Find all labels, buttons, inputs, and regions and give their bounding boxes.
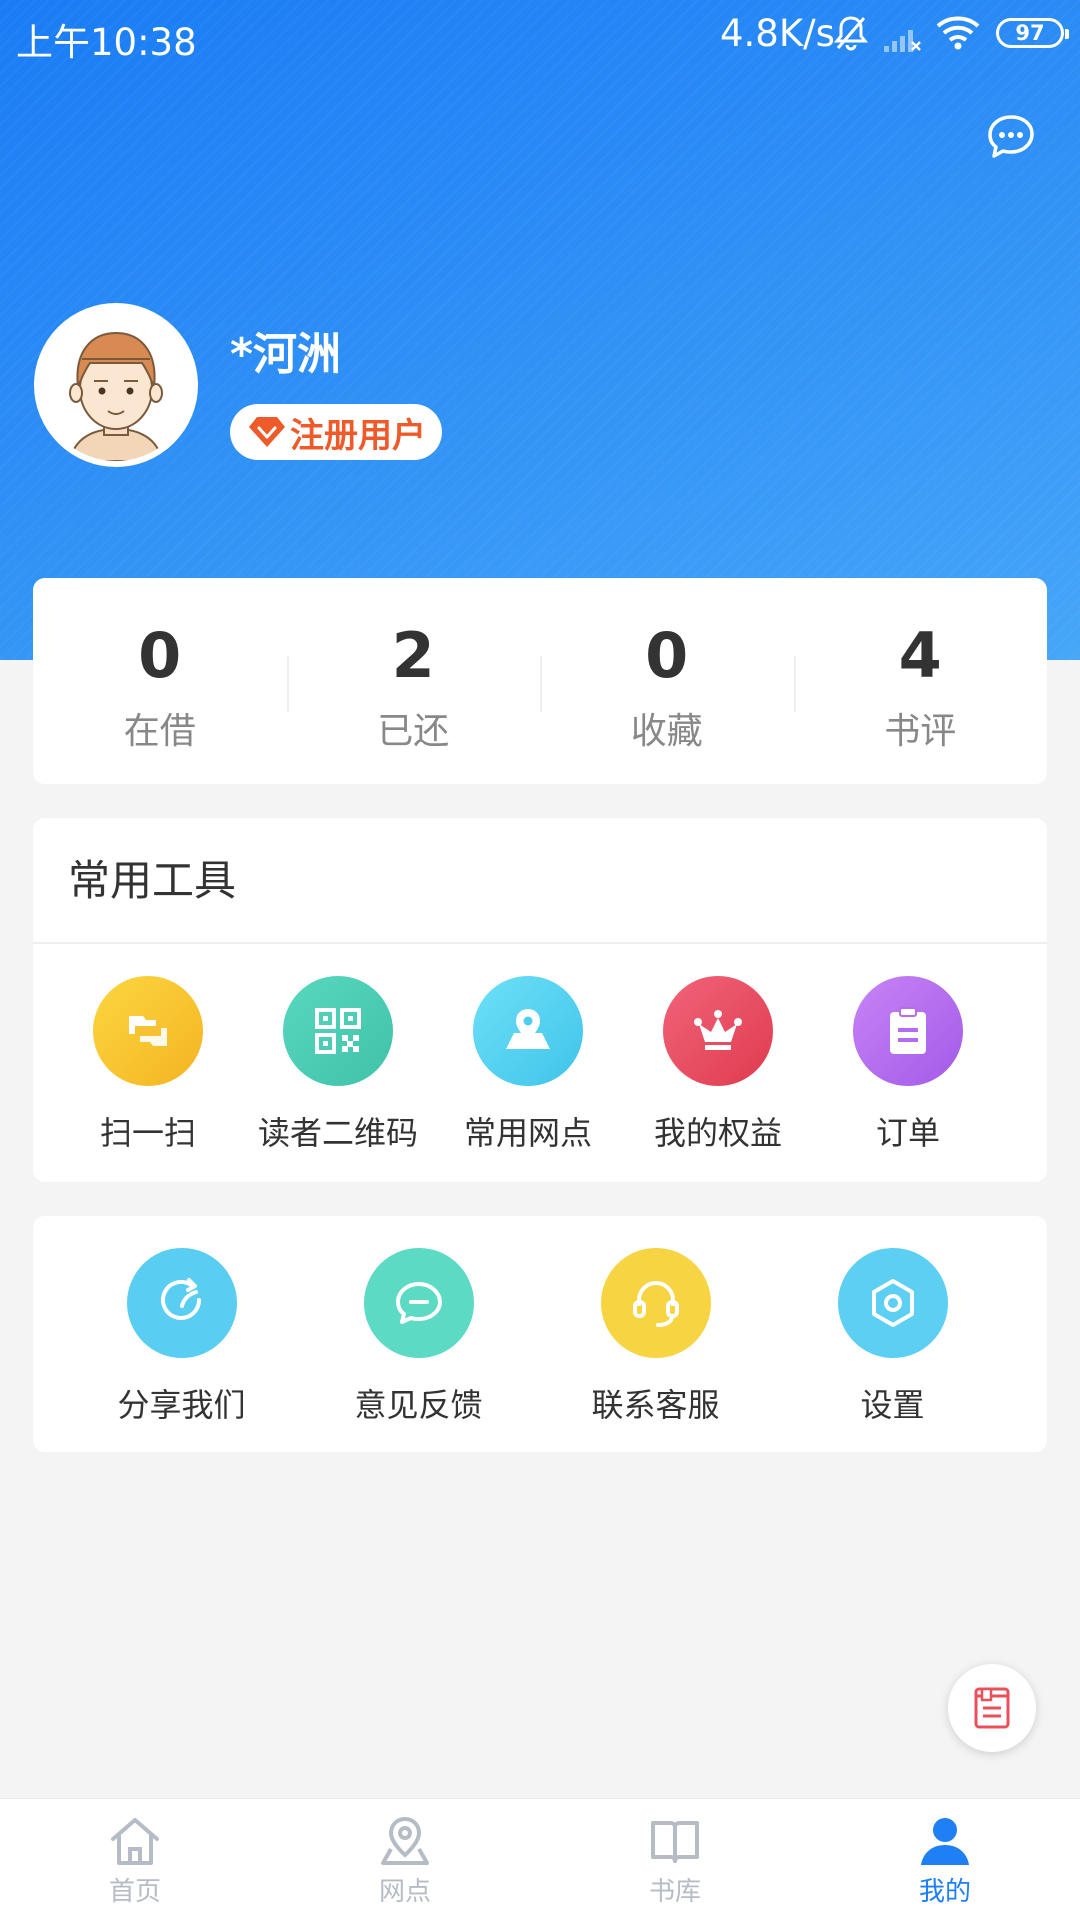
feedback-icon <box>363 1248 474 1358</box>
nav-label: 书库 <box>648 1877 701 1907</box>
nav-label: 网点 <box>378 1877 431 1907</box>
avatar-illustration <box>40 309 192 461</box>
tool-label: 订单 <box>875 1114 940 1152</box>
clipboard-icon <box>853 976 963 1086</box>
user-icon <box>921 1818 969 1865</box>
nav-label: 我的 <box>918 1877 971 1907</box>
chat-bubble-icon <box>988 115 1034 158</box>
stats-card: 0 在借 2 已还 0 收藏 4 书评 <box>33 578 1047 784</box>
tool-label: 常用网点 <box>463 1114 592 1152</box>
more-label: 意见反馈 <box>354 1386 483 1424</box>
username: *河洲 <box>230 329 342 380</box>
tool-label: 我的权益 <box>653 1114 782 1152</box>
stat-favorites[interactable]: 0 收藏 <box>540 578 794 784</box>
tool-reader-qr[interactable]: 读者二维码 <box>243 976 433 1154</box>
location-icon <box>381 1816 429 1865</box>
stat-label: 收藏 <box>630 711 703 752</box>
stat-value: 0 <box>645 619 689 692</box>
map-pin-icon <box>473 976 583 1086</box>
contact-service-button[interactable]: 联系客服 <box>537 1248 774 1426</box>
user-badge-label: 注册用户 <box>290 415 426 456</box>
message-button[interactable] <box>986 112 1036 162</box>
stat-borrowed[interactable]: 0 在借 <box>33 578 287 784</box>
nav-branches[interactable]: 网点 <box>270 1799 540 1920</box>
bottom-nav: 首页 网点 书库 我的 <box>0 1798 1080 1920</box>
home-icon <box>111 1818 159 1865</box>
stat-value: 2 <box>391 619 435 692</box>
bell-off-icon <box>833 14 869 61</box>
nav-mine[interactable]: 我的 <box>810 1799 1080 1920</box>
book-icon <box>651 1821 699 1863</box>
status-bar: 上午10:38 4.8K/s 97 <box>0 0 1080 70</box>
status-time: 上午10:38 <box>16 21 197 64</box>
nav-home[interactable]: 首页 <box>0 1799 270 1920</box>
diamond-icon <box>249 417 285 447</box>
stat-value: 4 <box>898 619 942 692</box>
settings-button[interactable]: 设置 <box>774 1248 1011 1426</box>
tool-label: 扫一扫 <box>99 1114 196 1152</box>
signal-icon <box>882 20 922 63</box>
avatar[interactable] <box>34 303 198 467</box>
scan-icon <box>93 976 203 1086</box>
qr-code-icon <box>283 976 393 1086</box>
section-title: 常用工具 <box>33 818 1047 944</box>
floating-document-button[interactable] <box>948 1664 1036 1752</box>
nav-label: 首页 <box>108 1877 161 1907</box>
more-row: 分享我们 意见反馈 联系客服 设置 <box>33 1216 1047 1426</box>
tool-label: 读者二维码 <box>257 1114 418 1152</box>
common-tools-card: 常用工具 扫一扫 读者二维码 常用网点 我的权益 订单 <box>33 818 1047 1182</box>
battery-icon: 97 <box>996 18 1069 48</box>
user-level-badge: 注册用户 <box>230 404 442 460</box>
more-actions-card: 分享我们 意见反馈 联系客服 设置 <box>33 1216 1047 1452</box>
crown-icon <box>663 976 773 1086</box>
stat-reviews[interactable]: 4 书评 <box>793 578 1048 784</box>
tools-row: 扫一扫 读者二维码 常用网点 我的权益 订单 <box>33 944 1047 1154</box>
feedback-button[interactable]: 意见反馈 <box>300 1248 537 1426</box>
more-label: 设置 <box>860 1386 925 1424</box>
share-icon <box>126 1248 237 1358</box>
tool-scan[interactable]: 扫一扫 <box>53 976 243 1154</box>
document-icon <box>974 1687 1010 1729</box>
nav-library[interactable]: 书库 <box>540 1799 810 1920</box>
stat-label: 在借 <box>123 711 196 752</box>
share-us-button[interactable]: 分享我们 <box>63 1248 300 1426</box>
more-label: 联系客服 <box>591 1386 720 1424</box>
stat-label: 书评 <box>884 711 957 752</box>
more-label: 分享我们 <box>117 1386 246 1424</box>
tool-my-benefits[interactable]: 我的权益 <box>623 976 813 1154</box>
tool-orders[interactable]: 订单 <box>813 976 1003 1154</box>
network-speed: 4.8K/s <box>720 12 835 55</box>
stat-label: 已还 <box>377 711 450 752</box>
wifi-icon <box>936 16 980 59</box>
settings-icon <box>837 1248 948 1358</box>
headset-icon <box>600 1248 711 1358</box>
tool-common-branches[interactable]: 常用网点 <box>433 976 623 1154</box>
stat-value: 0 <box>138 619 182 692</box>
stat-returned[interactable]: 2 已还 <box>286 578 541 784</box>
